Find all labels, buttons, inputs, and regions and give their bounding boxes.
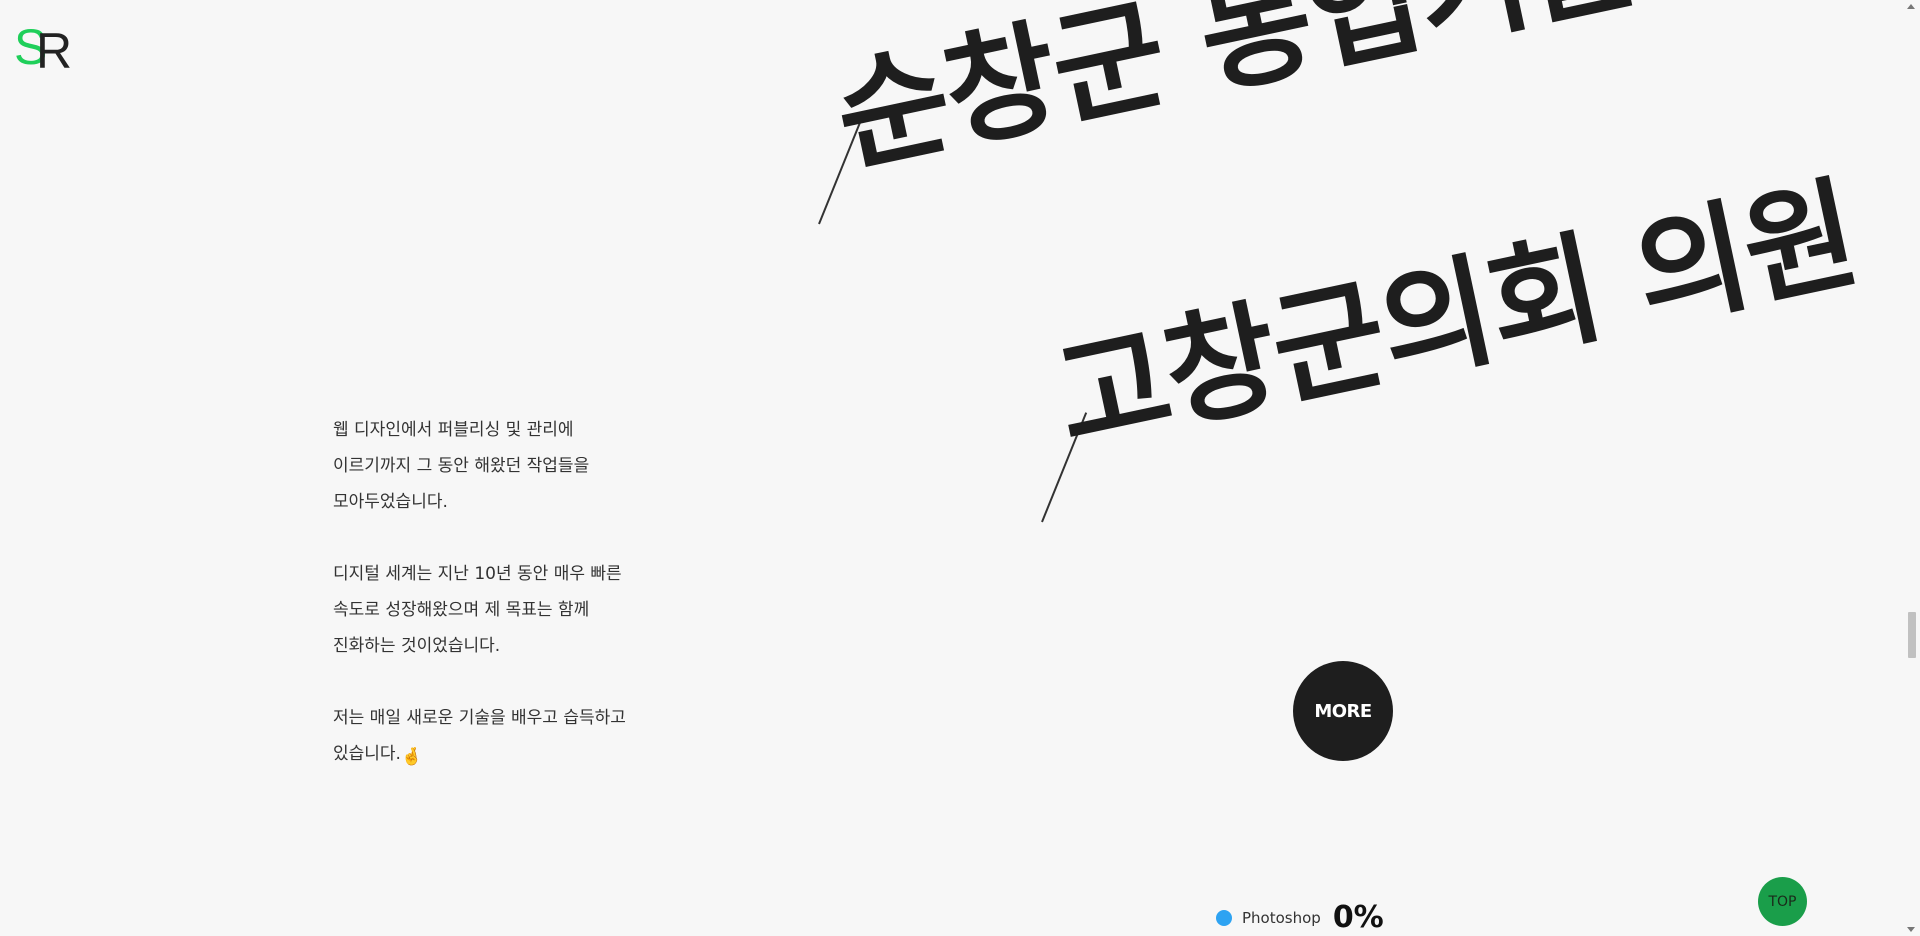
- intro-paragraph-1: 웹 디자인에서 퍼블리싱 및 관리에 이르기까지 그 동안 해왔던 작업들을 모…: [333, 420, 590, 512]
- intro-paragraph-3-text: 저는 매일 새로운 기술을 배우고 습득하고 있습니다.: [333, 708, 626, 764]
- scroll-down-icon[interactable]: [1907, 927, 1915, 932]
- intro-text: 웹 디자인에서 퍼블리싱 및 관리에 이르기까지 그 동안 해왔던 작업들을 모…: [333, 412, 653, 811]
- scrollbar-thumb[interactable]: [1908, 612, 1916, 658]
- skill-dot-icon: [1216, 909, 1232, 926]
- page: S R 웹 디자인에서 퍼블리싱 및 관리에 이르기까지 그 동안 해왔던 작업…: [0, 0, 1920, 936]
- top-button[interactable]: TOP: [1758, 877, 1807, 926]
- crossed-fingers-icon: 🤞: [400, 747, 423, 767]
- skill-row: Photoshop 0%: [1216, 900, 1384, 935]
- logo-letter-r: R: [36, 23, 70, 74]
- scrollbar[interactable]: [1903, 0, 1920, 936]
- more-button[interactable]: MORE: [1293, 661, 1393, 761]
- scroll-up-icon[interactable]: [1907, 4, 1915, 9]
- intro-paragraph-2: 디지털 세계는 지난 10년 동안 매우 빠른 속도로 성장해왔으며 제 목표는…: [333, 564, 622, 656]
- intro-paragraph-3: 저는 매일 새로운 기술을 배우고 습득하고 있습니다.🤞: [333, 700, 653, 775]
- sr-logo[interactable]: S R: [14, 18, 70, 74]
- project-title-2[interactable]: 고창군의회 의원: [1038, 135, 1869, 477]
- skill-value: 0%: [1332, 900, 1384, 935]
- skill-name: Photoshop: [1242, 908, 1321, 927]
